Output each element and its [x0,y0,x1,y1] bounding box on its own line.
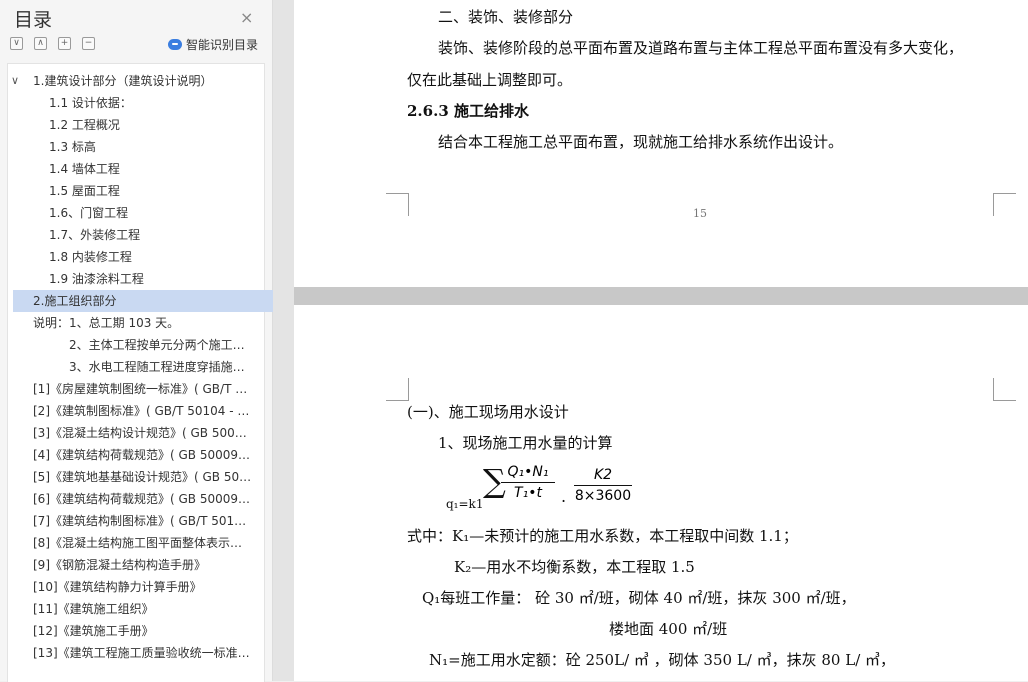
fraction-1-numerator: Q₁•N₁ [501,464,555,483]
paragraph: 装饰、装修阶段的总平面布置及道路布置与主体工程总平面布置没有多大变化， [438,39,964,57]
toc-item[interactable]: [8]《混凝土结构施工图平面整体表示… [33,532,252,554]
expand-all-icon[interactable]: ∨ [10,37,23,50]
toc-item[interactable]: 1.3 标高 [49,136,252,158]
toc-item[interactable]: [13]《建筑工程施工质量验收统一标准… [33,642,252,664]
toc-item[interactable]: [1]《房屋建筑制图统一标准》( GB/T … [33,378,252,400]
section-heading: 2.6.3 施工给排水 [407,102,529,120]
crop-mark [993,193,1016,216]
toc-item[interactable]: 1.建筑设计部分（建筑设计说明） [33,70,252,92]
paragraph: K₂—用水不均衡系数，本工程取 1.5 [454,558,695,576]
toc-item[interactable]: [4]《建筑结构荷载规范》( GB 50009… [33,444,252,466]
toc-item[interactable]: 1.2 工程概况 [49,114,252,136]
toc-item[interactable]: 1.6、门窗工程 [49,202,252,224]
fraction-2-denominator: 8×3600 [574,488,632,504]
fraction-2-numerator: K2 [574,467,632,486]
toc-item[interactable]: 1.7、外装修工程 [49,224,252,246]
collapse-all-icon[interactable]: ∧ [34,37,47,50]
close-icon[interactable]: × [240,8,253,27]
page-number: 15 [693,207,707,220]
page-separator [294,287,1028,305]
toc-sidebar: 目录 × ∨ ∧ + − 智能识别目录 ∨ 1.建筑设计部分（建筑设计说明） 1.… [0,0,276,682]
toc-item[interactable]: [6]《建筑结构荷载规范》( GB 50009… [33,488,252,510]
paragraph: 二、装饰、装修部分 [438,8,574,26]
crop-mark [993,378,1016,401]
toc-item[interactable]: [12]《建筑施工手册》 [33,620,252,642]
toc-item[interactable]: [9]《钢筋混凝土结构构造手册》 [33,554,252,576]
toc-item[interactable]: [10]《建筑结构静力计算手册》 [33,576,252,598]
toc-item[interactable]: [7]《建筑结构制图标准》( GB/T 5010… [33,510,252,532]
toc-item[interactable]: 1.4 墙体工程 [49,158,252,180]
remove-heading-icon[interactable]: − [82,37,95,50]
toc-item[interactable]: 3、水电工程随工程进度穿插施… [69,356,252,378]
page-15: 二、装饰、装修部分 装饰、装修阶段的总平面布置及道路布置与主体工程总平面布置没有… [294,0,1028,287]
toc-item[interactable]: [11]《建筑施工组织》 [33,598,252,620]
paragraph: 仅在此基础上调整即可。 [407,71,573,89]
paragraph: 式中：K₁—未预计的施工用水系数，本工程取中间数 1.1； [407,527,798,545]
toc-item[interactable]: 1.9 油漆涂料工程 [49,268,252,290]
fraction-1-denominator: T₁•t [514,485,542,501]
chevron-down-icon[interactable]: ∨ [11,74,19,87]
ai-icon [168,39,182,50]
paragraph: 1、现场施工用水量的计算 [438,434,613,452]
paragraph: Q₁每班工作量： 砼 30 ㎡/班，砌体 40 ㎡/班，抹灰 300 ㎡/班， [422,589,856,607]
toc-item[interactable]: [2]《建筑制图标准》( GB/T 50104 - 2… [33,400,252,422]
smart-recognize-toc-button[interactable]: 智能识别目录 [168,36,258,53]
toc-item[interactable]: 1.5 屋面工程 [49,180,252,202]
toc-item[interactable]: 说明：1、总工期 103 天。 [33,312,252,334]
section-heading: (一)、施工现场用水设计 [407,403,569,421]
toc-item[interactable]: [3]《混凝土结构设计规范》( GB 5001… [33,422,252,444]
toc-item[interactable]: 1.8 内装修工程 [49,246,252,268]
sidebar-title: 目录 [14,9,53,31]
toc-item[interactable]: 2.施工组织部分 [13,290,276,312]
crop-mark [386,378,409,401]
page-16: (一)、施工现场用水设计 1、现场施工用水量的计算 q₁=k1 ∑ Q₁•N₁ … [294,305,1028,681]
add-heading-icon[interactable]: + [58,37,71,50]
fraction-2: K2 8×3600 [574,467,632,504]
paragraph: N₁=施工用水定额：砼 250L/ ㎥ ，砌体 350 L/ ㎥，抹灰 80 L… [429,651,896,669]
toc-item[interactable]: [5]《建筑地基基础设计规范》( GB 50… [33,466,252,488]
document-area: 二、装饰、装修部分 装饰、装修阶段的总平面布置及道路布置与主体工程总平面布置没有… [273,0,1028,681]
crop-mark [386,193,409,216]
toc-item[interactable]: 2、主体工程按单元分两个施工… [69,334,252,356]
paragraph: 楼地面 400 ㎡/班 [609,620,728,638]
formula-lhs: q₁=k1 [446,497,484,511]
smart-recognize-label: 智能识别目录 [186,38,259,52]
paragraph: 结合本工程施工总平面布置，现就施工给排水系统作出设计。 [438,133,844,151]
fraction-1: Q₁•N₁ T₁•t [501,464,555,501]
toc-item[interactable]: 1.1 设计依据： [49,92,252,114]
formula-dot: . [561,487,567,506]
